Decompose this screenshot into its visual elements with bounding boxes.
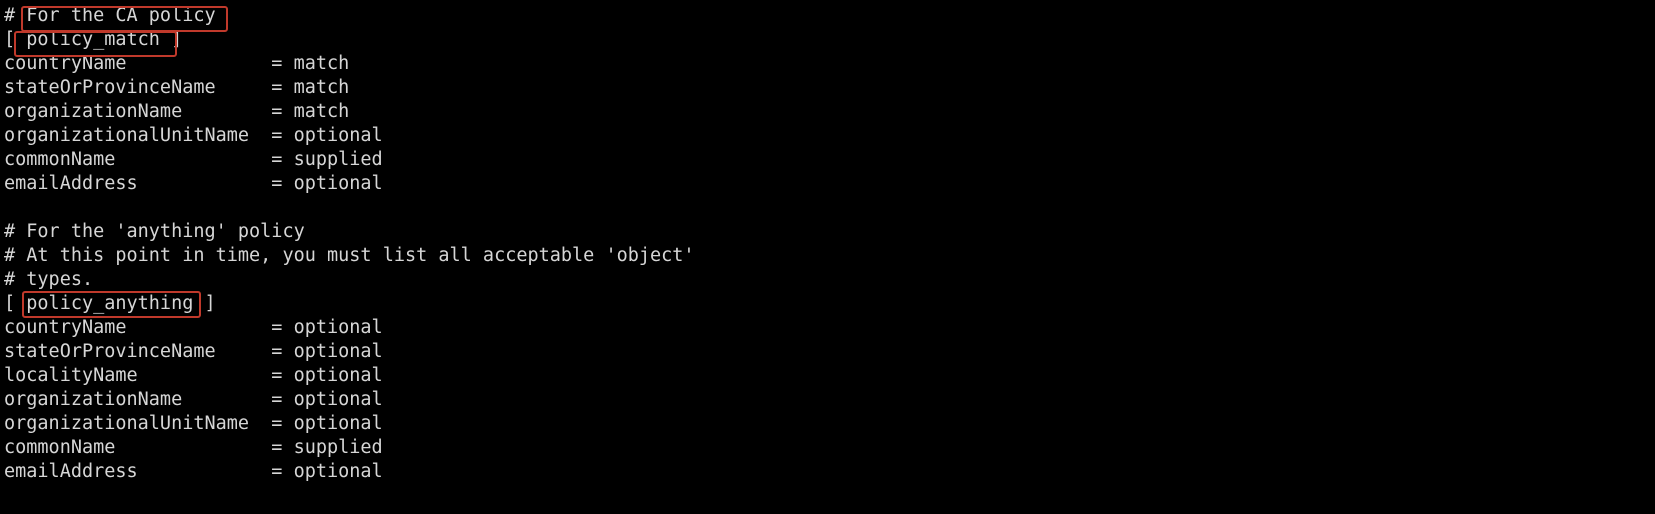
code-line: [ policy_anything ]: [4, 293, 216, 314]
code-line: # For the CA policy: [4, 5, 216, 26]
code-line: stateOrProvinceName = optional: [4, 341, 383, 362]
terminal-window: # For the CA policy [ policy_match ] count…: [0, 0, 1655, 514]
code-line: organizationName = optional: [4, 389, 383, 410]
code-line: [ policy_match ]: [4, 29, 183, 50]
code-line: localityName = optional: [4, 365, 383, 386]
code-line: emailAddress = optional: [4, 461, 383, 482]
code-line: organizationalUnitName = optional: [4, 125, 383, 146]
code-line: countryName = match: [4, 53, 350, 74]
code-line: commonName = supplied: [4, 437, 383, 458]
config-file-content[interactable]: # For the CA policy [ policy_match ] count…: [0, 0, 695, 484]
code-line: emailAddress = optional: [4, 173, 383, 194]
code-line: organizationalUnitName = optional: [4, 413, 383, 434]
code-line: countryName = optional: [4, 317, 383, 338]
code-line: stateOrProvinceName = match: [4, 77, 350, 98]
code-line: # For the 'anything' policy: [4, 221, 305, 242]
code-line: # types.: [4, 269, 94, 290]
code-line: commonName = supplied: [4, 149, 383, 170]
code-line: # At this point in time, you must list a…: [4, 245, 695, 266]
code-line: organizationName = match: [4, 101, 350, 122]
